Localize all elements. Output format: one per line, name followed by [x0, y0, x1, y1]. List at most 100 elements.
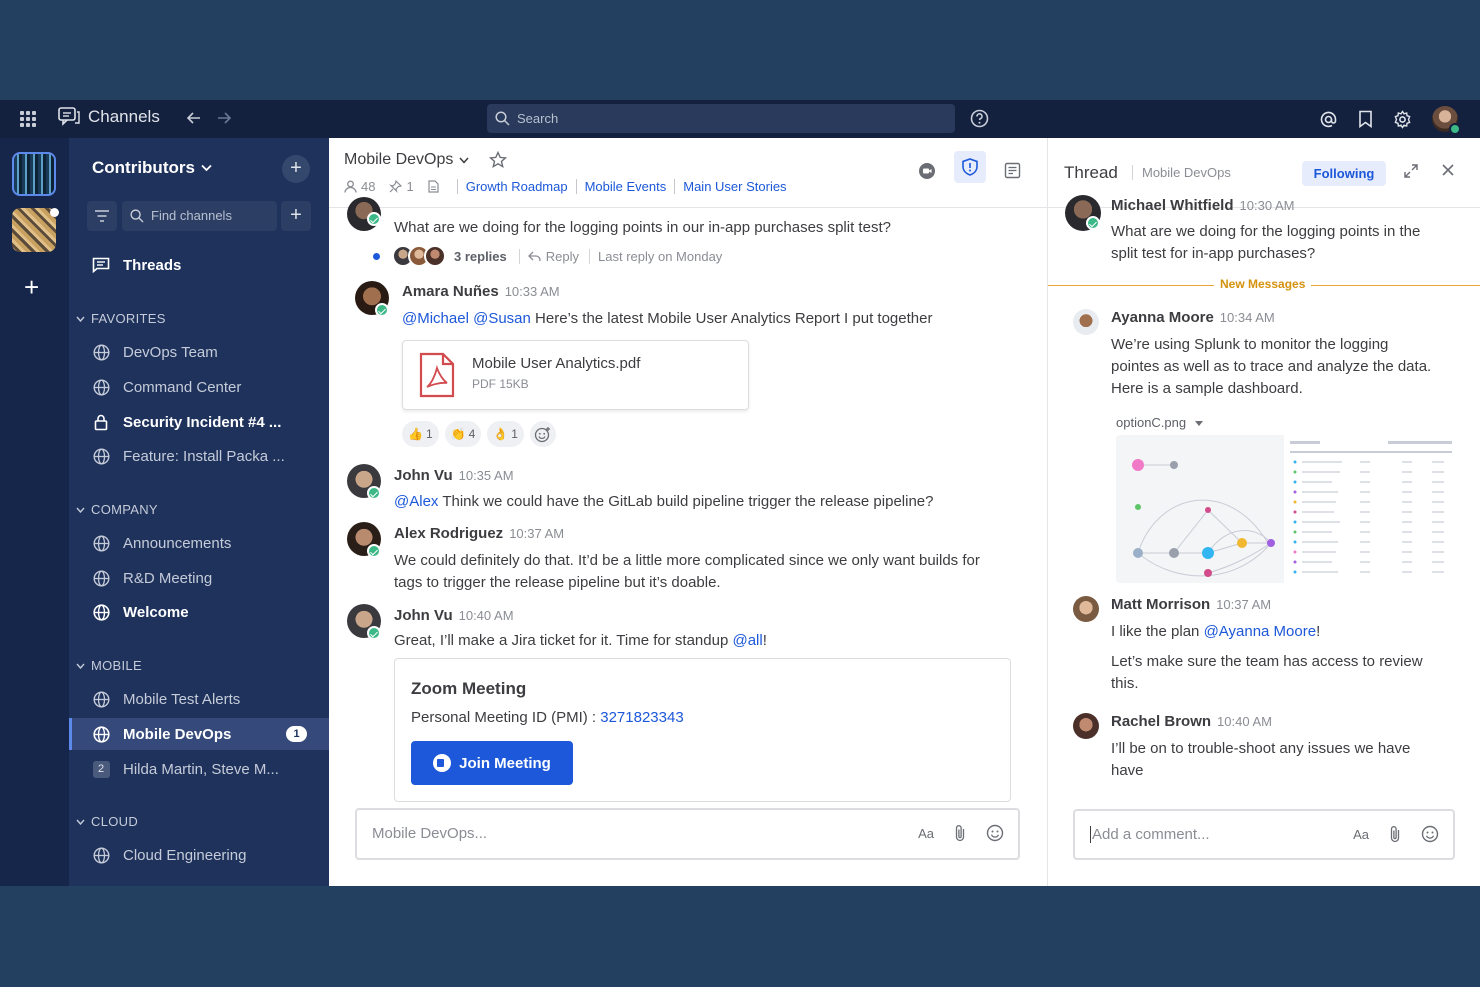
bookmark-main-user-stories[interactable]: Main User Stories: [674, 179, 794, 194]
chevron-down-icon: [459, 157, 469, 164]
globe-icon: [92, 378, 110, 396]
zoom-card-title: Zoom Meeting: [411, 679, 527, 698]
image-attachment-toggle[interactable]: optionC.png: [1116, 415, 1203, 430]
message-input[interactable]: Mobile DevOps... Aa: [355, 808, 1020, 860]
call-icon[interactable]: [918, 162, 936, 180]
section-favorites[interactable]: FAVORITES: [76, 311, 166, 326]
team-menu[interactable]: Contributors: [92, 158, 212, 178]
meeting-id-link[interactable]: 3271823343: [600, 709, 683, 726]
sidebar-item-command-center[interactable]: Command Center: [69, 371, 329, 403]
message-author[interactable]: John Vu 10:40 AM: [394, 607, 514, 624]
expand-icon[interactable]: [1403, 163, 1419, 179]
files-button[interactable]: [428, 180, 439, 193]
mentions-icon[interactable]: [1319, 110, 1338, 129]
attachment-icon[interactable]: [1389, 825, 1401, 843]
playbook-icon[interactable]: [1004, 162, 1021, 179]
message-author[interactable]: Alex Rodriguez 10:37 AM: [394, 525, 564, 542]
add-reaction-button[interactable]: [529, 421, 556, 447]
section-cloud[interactable]: CLOUD: [76, 814, 138, 829]
message-author[interactable]: Matt Morrison 10:37 AM: [1111, 596, 1271, 613]
join-meeting-button[interactable]: Join Meeting: [411, 741, 573, 785]
sidebar-item-cloud-engineering[interactable]: Cloud Engineering: [69, 839, 329, 871]
formatting-toggle[interactable]: Aa: [918, 826, 934, 841]
mention-michael[interactable]: @Michael: [402, 310, 469, 327]
sidebar-item-announcements[interactable]: Announcements: [69, 527, 329, 559]
find-channels-placeholder: Find channels: [151, 208, 232, 223]
message-time: 10:34 AM: [1219, 310, 1275, 325]
search-input[interactable]: Search: [487, 104, 955, 133]
message-author[interactable]: John Vu 10:35 AM: [394, 467, 514, 484]
add-team-icon[interactable]: +: [24, 274, 39, 300]
message-text: @Alex Think we could have the GitLab bui…: [394, 493, 934, 510]
reaction-thumbs-up[interactable]: 👍 1: [402, 421, 439, 447]
message-author[interactable]: Amara Nuñes 10:33 AM: [402, 283, 560, 300]
team-icon-contributors[interactable]: [12, 152, 56, 196]
globe-icon: [92, 343, 110, 361]
sidebar-item-security-incident[interactable]: Security Incident #4 ...: [69, 406, 329, 438]
thread-channel-link[interactable]: Mobile DevOps: [1132, 165, 1231, 180]
star-icon[interactable]: [489, 151, 508, 169]
sidebar-item-group-dm[interactable]: 2 Hilda Martin, Steve M...: [69, 753, 329, 785]
message-item: John Vu 10:35 AM @Alex Think we could hav…: [329, 464, 1047, 514]
file-attachment[interactable]: Mobile User Analytics.pdf PDF 15KB: [402, 340, 749, 410]
formatting-toggle[interactable]: Aa: [1353, 827, 1369, 842]
bookmark-growth-roadmap[interactable]: Growth Roadmap: [456, 179, 576, 194]
emoji-icon[interactable]: [1421, 825, 1439, 843]
channel-title-menu[interactable]: Mobile DevOps: [344, 151, 508, 169]
avatar[interactable]: [1073, 596, 1099, 622]
bookmark-mobile-events[interactable]: Mobile Events: [575, 179, 675, 194]
chevron-down-icon: [76, 316, 85, 322]
channel-sidebar: Contributors + Find channels + Threads F…: [69, 138, 329, 886]
product-menu-icon[interactable]: [20, 111, 36, 127]
message-author[interactable]: Ayanna Moore 10:34 AM: [1111, 309, 1275, 326]
attachment-icon[interactable]: [954, 824, 966, 842]
help-icon[interactable]: [970, 109, 989, 128]
message-author[interactable]: Michael Whitfield 10:30 AM: [1111, 197, 1294, 214]
section-company[interactable]: COMPANY: [76, 502, 158, 517]
add-channel-button[interactable]: +: [282, 155, 310, 183]
top-bar: Channels Search: [0, 100, 1480, 138]
back-arrow-icon[interactable]: [186, 109, 202, 127]
sidebar-item-rd-meeting[interactable]: R&D Meeting: [69, 562, 329, 594]
avatar[interactable]: [1073, 713, 1099, 739]
image-attachment-preview[interactable]: [1116, 435, 1458, 583]
emoji-icon[interactable]: [986, 824, 1004, 842]
saved-items-icon[interactable]: [1358, 110, 1373, 128]
following-button[interactable]: Following: [1302, 161, 1386, 186]
thread-comment-input[interactable]: Add a comment... Aa: [1073, 809, 1455, 860]
pinned-count[interactable]: 1: [389, 179, 414, 194]
mention-all[interactable]: @all: [732, 632, 762, 649]
reaction-ok-hand[interactable]: 👌 1: [487, 421, 524, 447]
mention-ayanna-moore[interactable]: @Ayanna Moore: [1204, 623, 1317, 640]
channel-info-button[interactable]: [954, 151, 986, 183]
message-author[interactable]: Rachel Brown 10:40 AM: [1111, 713, 1272, 730]
avatar[interactable]: [1073, 309, 1099, 335]
product-name: Channels: [88, 107, 160, 126]
reply-count-link[interactable]: 3 replies: [454, 249, 507, 264]
online-status-icon: [367, 212, 381, 226]
section-mobile[interactable]: MOBILE: [76, 658, 142, 673]
product-switcher[interactable]: Channels: [58, 107, 160, 127]
reaction-clap[interactable]: 👏 4: [444, 421, 482, 447]
file-icon: [428, 180, 439, 193]
sidebar-item-mobile-test-alerts[interactable]: Mobile Test Alerts: [69, 683, 329, 715]
team-icon-secondary[interactable]: [12, 208, 56, 252]
sidebar-item-threads[interactable]: Threads: [69, 249, 329, 281]
reply-button[interactable]: Reply: [518, 248, 579, 264]
member-count[interactable]: 48: [344, 179, 375, 194]
find-channels-input[interactable]: Find channels: [122, 201, 277, 231]
mention-alex[interactable]: @Alex: [394, 493, 438, 510]
new-messages-divider: New Messages: [1048, 277, 1480, 291]
settings-gear-icon[interactable]: [1393, 109, 1412, 129]
online-status-icon: [1449, 123, 1461, 135]
sidebar-item-feature-install[interactable]: Feature: Install Packa ...: [69, 440, 329, 472]
mention-susan[interactable]: @Susan: [473, 310, 531, 327]
sidebar-item-mobile-devops[interactable]: Mobile DevOps 1: [69, 718, 329, 750]
sidebar-item-welcome[interactable]: Welcome: [69, 596, 329, 628]
new-message-button[interactable]: +: [281, 201, 311, 231]
sidebar-item-devops-team[interactable]: DevOps Team: [69, 336, 329, 368]
filter-button[interactable]: [87, 201, 117, 231]
user-avatar[interactable]: [1432, 106, 1461, 135]
close-icon[interactable]: [1441, 163, 1455, 177]
forward-arrow-icon[interactable]: [216, 109, 232, 127]
